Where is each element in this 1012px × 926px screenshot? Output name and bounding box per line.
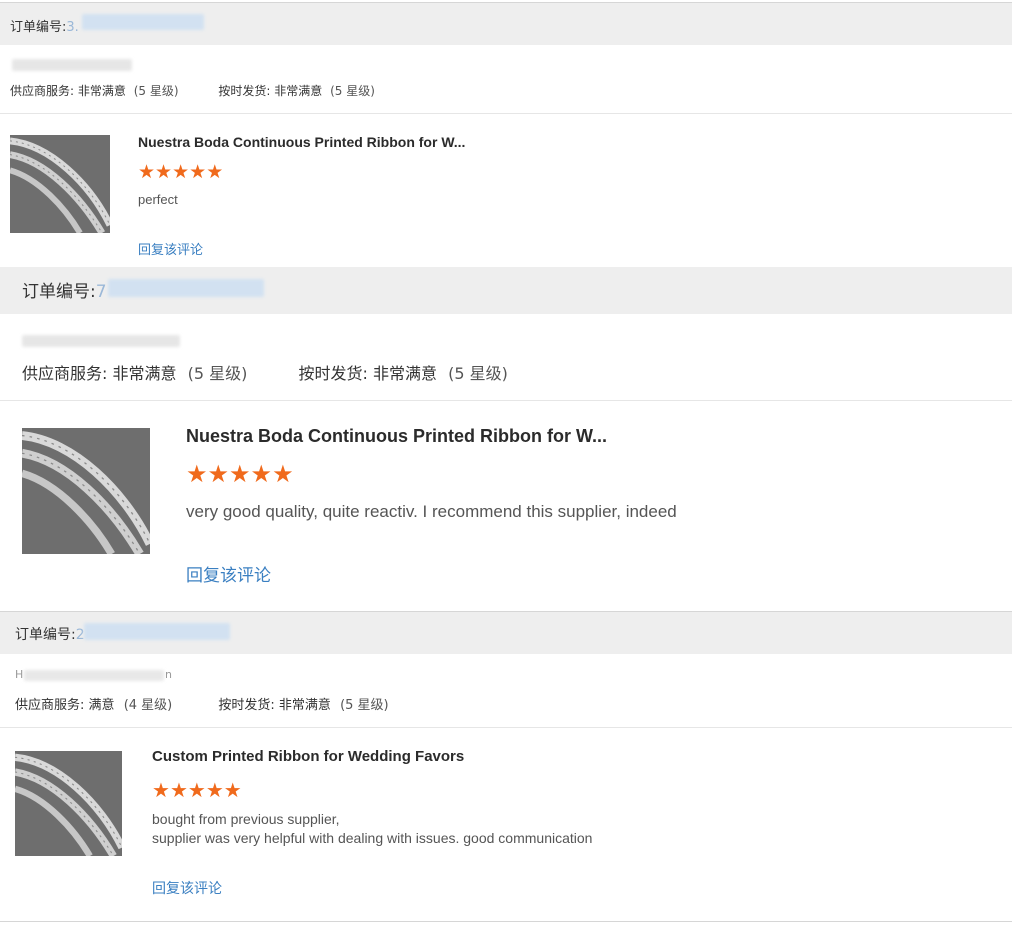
star-icon: ★ (229, 460, 251, 488)
delivery-label: 按时发货: (218, 698, 275, 713)
star-icon: ★ (152, 778, 170, 802)
order-number-label: 订单编号:3. (10, 20, 79, 35)
review-card-2: 订单编号:7 供应商服务: 非常满意 (5 星级) 按时发货: 非常满意 (5 … (0, 267, 1012, 612)
delivery-level: (5 星级) (448, 364, 508, 383)
rating-summary: 供应商服务: 满意 (4 星级) 按时发货: 非常满意 (5 星级) (15, 694, 389, 713)
order-header-bar: 订单编号:2 (0, 612, 1012, 654)
supplier-service-value: 满意 (88, 698, 115, 713)
star-icon: ★ (169, 778, 188, 802)
star-icon: ★ (205, 778, 224, 802)
product-title[interactable]: Custom Printed Ribbon for Wedding Favors (152, 748, 464, 765)
ribbon-photo-icon (22, 428, 150, 554)
review-card-1: 订单编号:3. 供应商服务: 非常满意 (5 星级) 按时发货: 非常满意 (5… (0, 2, 1012, 268)
order-number-label: 订单编号:7 (22, 282, 107, 302)
order-number-redaction (84, 623, 230, 640)
order-number-redaction (82, 14, 204, 30)
delivery-value: 非常满意 (372, 364, 437, 383)
star-icon: ★ (138, 161, 156, 183)
delivery-value: 非常满意 (278, 698, 331, 713)
star-icon: ★ (207, 460, 230, 488)
supplier-service-level: (5 星级) (187, 364, 248, 383)
buyer-name-redaction (24, 670, 164, 681)
star-icon: ★ (189, 161, 207, 183)
review-comment: perfect (138, 192, 178, 207)
delivery-level: (5 星级) (340, 698, 389, 713)
star-icon: ★ (223, 778, 242, 802)
order-number-partial: 3. (66, 20, 79, 35)
product-thumbnail[interactable] (15, 751, 122, 856)
buyer-name: H (15, 668, 24, 681)
buyer-name-redaction (12, 59, 132, 71)
buyer-name-redaction (22, 335, 180, 347)
buyer-name-tail: n (165, 668, 172, 681)
review-comment-line-1: bought from previous supplier, (152, 811, 340, 827)
ribbon-photo-icon (15, 751, 122, 856)
supplier-service-value: 非常满意 (77, 84, 126, 98)
supplier-service-label: 供应商服务: (10, 84, 75, 98)
star-rating: ★★★★★ (138, 161, 223, 183)
star-rating: ★★★★★ (186, 460, 294, 488)
reply-to-review-link[interactable]: 回复该评论 (152, 878, 222, 898)
star-icon: ★ (172, 161, 190, 183)
supplier-service-value: 非常满意 (112, 364, 177, 383)
star-icon: ★ (155, 161, 173, 183)
delivery-value: 非常满意 (274, 84, 323, 98)
delivery-label: 按时发货: (218, 84, 271, 98)
rating-summary: 供应商服务: 非常满意 (5 星级) 按时发货: 非常满意 (5 星级) (22, 360, 508, 384)
rating-summary: 供应商服务: 非常满意 (5 星级) 按时发货: 非常满意 (5 星级) (10, 82, 375, 99)
review-card-3: 订单编号:2 H n 供应商服务: 满意 (4 星级) 按时发货: 非常满意 (… (0, 612, 1012, 922)
supplier-service-level: (5 星级) (133, 84, 179, 98)
star-rating: ★★★★★ (152, 778, 242, 802)
supplier-service-label: 供应商服务: (22, 364, 108, 383)
order-number-label: 订单编号:2 (15, 627, 85, 643)
order-header-bar: 订单编号:3. (0, 3, 1012, 45)
product-thumbnail[interactable] (10, 135, 110, 233)
reply-to-review-link[interactable]: 回复该评论 (186, 561, 271, 586)
product-title[interactable]: Nuestra Boda Continuous Printed Ribbon f… (138, 134, 465, 150)
star-icon: ★ (187, 778, 206, 802)
section-divider (0, 113, 1012, 114)
supplier-service-label: 供应商服务: (15, 698, 85, 713)
star-icon: ★ (206, 161, 224, 183)
section-divider (0, 727, 1012, 728)
reply-to-review-link[interactable]: 回复该评论 (138, 239, 203, 258)
star-icon: ★ (186, 460, 208, 488)
order-number-partial: 7 (95, 282, 107, 302)
order-number-redaction (108, 279, 264, 297)
delivery-label: 按时发货: (298, 364, 368, 383)
star-icon: ★ (250, 460, 273, 488)
order-header-bar: 订单编号:7 (0, 267, 1012, 314)
review-comment: very good quality, quite reactiv. I reco… (186, 502, 677, 521)
product-title[interactable]: Nuestra Boda Continuous Printed Ribbon f… (186, 426, 607, 447)
product-thumbnail[interactable] (22, 428, 150, 554)
supplier-service-level: (4 星级) (123, 698, 173, 713)
delivery-level: (5 星级) (330, 84, 375, 98)
review-comment-line-2: supplier was very helpful with dealing w… (152, 830, 593, 846)
ribbon-photo-icon (10, 135, 110, 233)
section-divider (0, 400, 1012, 401)
star-icon: ★ (272, 460, 294, 488)
